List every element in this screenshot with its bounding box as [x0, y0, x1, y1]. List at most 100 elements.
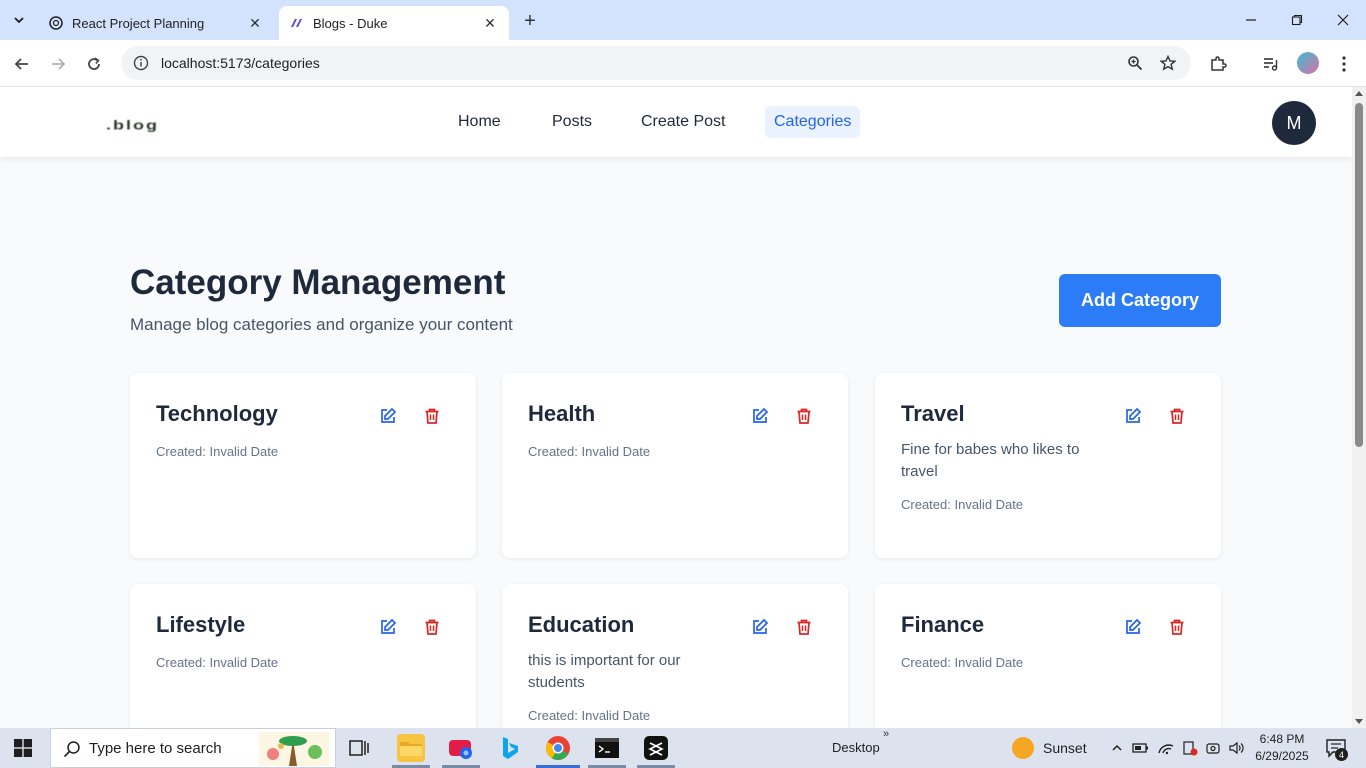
page-subtitle: Manage blog categories and organize your… — [130, 315, 513, 334]
search-highlight-art-icon — [259, 732, 329, 766]
battery-icon[interactable] — [1132, 739, 1150, 757]
trash-icon[interactable] — [423, 407, 441, 425]
reload-button[interactable] — [80, 50, 108, 78]
bookmark-button[interactable] — [1157, 52, 1179, 74]
page-viewport: .blog Home Posts Create Post Categories … — [0, 87, 1352, 728]
edit-icon[interactable] — [1124, 618, 1142, 636]
capcut-button[interactable] — [642, 734, 670, 762]
terminal-icon — [595, 738, 619, 758]
clock-time: 6:48 PM — [1259, 732, 1305, 746]
minimize-icon — [1246, 19, 1256, 21]
chevron-double-right-icon[interactable]: » — [883, 728, 889, 740]
category-created-date: Created: Invalid Date — [901, 497, 1024, 512]
taskbar-clock[interactable]: 6:48 PM 6/29/2025 — [1250, 731, 1314, 765]
nav-create-post[interactable]: Create Post — [632, 106, 734, 138]
category-created-date: Created: Invalid Date — [528, 708, 651, 723]
close-tab-icon[interactable]: ✕ — [246, 14, 264, 32]
browser-toolbar: localhost:5173/categories — [0, 40, 1366, 87]
weather-sunset-icon[interactable] — [1012, 737, 1034, 759]
video-app-button[interactable] — [447, 734, 475, 762]
category-card: Finance Created: Invalid Date — [875, 584, 1221, 728]
browser-tab-react-project-planning[interactable]: React Project Planning ✕ — [38, 6, 274, 40]
page-scrollbar[interactable] — [1352, 87, 1366, 728]
site-info-icon[interactable] — [133, 55, 149, 71]
category-name: Travel — [901, 401, 965, 426]
category-name: Health — [528, 401, 596, 426]
trash-icon[interactable] — [795, 618, 813, 636]
user-avatar[interactable]: M — [1272, 101, 1316, 145]
zoom-icon — [1128, 56, 1143, 71]
openai-icon — [48, 15, 64, 31]
show-hidden-icons-button[interactable] — [1108, 739, 1126, 757]
puzzle-icon — [1211, 56, 1227, 71]
scroll-down-arrow[interactable] — [1355, 719, 1363, 724]
arrow-right-icon — [52, 58, 66, 70]
chrome-menu-button[interactable] — [1330, 50, 1358, 78]
category-name: Finance — [901, 612, 985, 637]
category-description: this is important for our students — [528, 652, 681, 691]
category-card: Lifestyle Created: Invalid Date — [130, 584, 476, 728]
bing-button[interactable] — [496, 734, 524, 762]
media-control-button[interactable] — [1257, 50, 1285, 78]
trash-icon[interactable] — [795, 407, 813, 425]
restore-button[interactable] — [1274, 6, 1320, 34]
windows-start-icon[interactable] — [14, 739, 32, 757]
desktop-toolbar-label[interactable]: Desktop — [832, 740, 880, 755]
tab-search-button[interactable] — [6, 8, 32, 32]
trash-icon[interactable] — [1168, 618, 1186, 636]
extensions-button[interactable] — [1204, 50, 1232, 78]
wifi-icon[interactable] — [1157, 739, 1175, 757]
edit-icon[interactable] — [751, 407, 769, 425]
page-title: Category Management — [130, 263, 506, 302]
kebab-menu-icon — [1342, 56, 1346, 72]
edit-icon[interactable] — [751, 618, 769, 636]
trash-icon[interactable] — [1168, 407, 1186, 425]
chrome-taskbar-button[interactable] — [544, 734, 572, 762]
nav-home[interactable]: Home — [449, 106, 510, 138]
category-card: Education this is important for our stud… — [502, 584, 848, 728]
device-status-icon[interactable] — [1181, 739, 1199, 757]
meet-now-icon[interactable] — [1204, 739, 1222, 757]
category-created-date: Created: Invalid Date — [528, 444, 651, 459]
profile-avatar[interactable] — [1297, 52, 1319, 74]
task-view-button[interactable] — [347, 736, 371, 760]
notification-count-badge: 4 — [1335, 748, 1348, 761]
category-card: Travel Fine for babes who likes to trave… — [875, 373, 1221, 558]
browser-tab-blogs-duke[interactable]: Blogs - Duke ✕ — [279, 6, 509, 40]
address-bar[interactable]: localhost:5173/categories — [121, 46, 1191, 80]
category-description: Fine for babes who likes to travel — [901, 441, 1080, 480]
task-view-icon — [349, 740, 369, 756]
new-tab-button[interactable]: + — [518, 10, 542, 32]
volume-icon[interactable] — [1227, 739, 1245, 757]
chevron-up-icon — [1112, 744, 1122, 751]
scroll-up-arrow[interactable] — [1355, 91, 1363, 96]
category-card: Technology Created: Invalid Date — [130, 373, 476, 558]
edit-icon[interactable] — [379, 407, 397, 425]
terminal-button[interactable] — [593, 734, 621, 762]
weather-label[interactable]: Sunset — [1043, 740, 1087, 756]
back-button[interactable] — [8, 50, 36, 78]
category-created-date: Created: Invalid Date — [156, 655, 279, 670]
zoom-button[interactable] — [1124, 52, 1146, 74]
logo-text: .blog — [106, 117, 159, 132]
close-tab-icon[interactable]: ✕ — [481, 14, 499, 32]
category-card: Health Created: Invalid Date — [502, 373, 848, 558]
trash-icon[interactable] — [423, 618, 441, 636]
edit-icon[interactable] — [379, 618, 397, 636]
clock-date: 6/29/2025 — [1255, 749, 1309, 763]
category-name: Education — [528, 612, 635, 637]
file-explorer-button[interactable] — [397, 734, 425, 762]
capcut-icon — [644, 736, 668, 760]
bing-icon — [503, 737, 518, 759]
scrollbar-thumb[interactable] — [1355, 103, 1363, 447]
nav-categories[interactable]: Categories — [765, 106, 861, 138]
nav-posts[interactable]: Posts — [543, 106, 601, 138]
close-window-button[interactable] — [1320, 6, 1366, 34]
edit-icon[interactable] — [1124, 407, 1142, 425]
taskbar-search-box[interactable]: Type here to search — [50, 728, 336, 768]
site-logo[interactable]: .blog — [106, 117, 159, 133]
add-category-button[interactable]: Add Category — [1059, 274, 1221, 327]
windows-taskbar: Type here to search Desktop » Sunset 6:4… — [0, 728, 1366, 768]
minimize-button[interactable] — [1228, 6, 1274, 34]
forward-button[interactable] — [44, 50, 72, 78]
